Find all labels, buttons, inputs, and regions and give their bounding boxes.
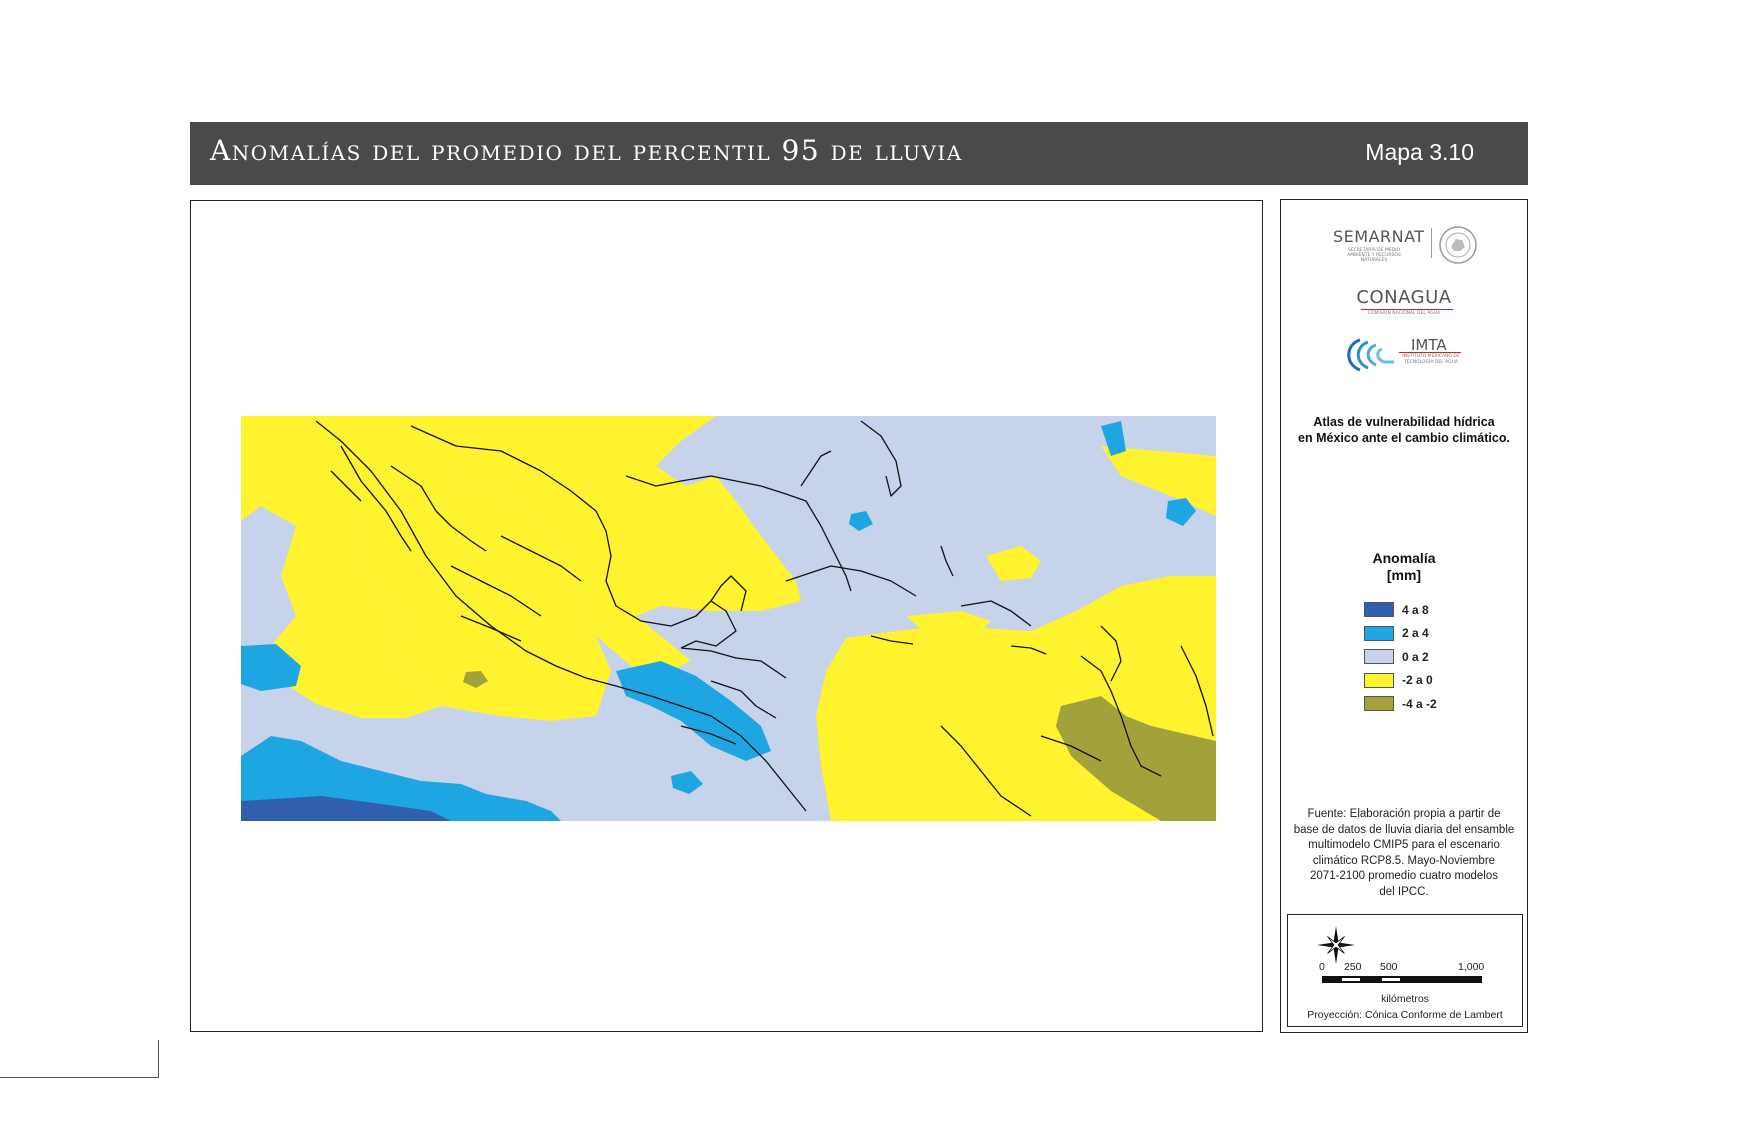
legend-swatch xyxy=(1364,602,1394,618)
legend-swatch xyxy=(1364,649,1394,665)
legend-swatch xyxy=(1364,625,1394,641)
source-line: climático RCP8.5. Mayo-Noviembre xyxy=(1312,854,1496,867)
scale-unit: kilómetros xyxy=(1381,993,1429,1005)
title-bar: Anomalías del promedio del percentil 95 … xyxy=(190,122,1528,185)
imta-underline xyxy=(1399,352,1461,353)
anomaly-map xyxy=(241,416,1216,821)
legend-swatch xyxy=(1364,672,1394,688)
legend-title: Anomalía [mm] xyxy=(1281,550,1527,584)
map-number: Mapa 3.10 xyxy=(1365,139,1474,165)
scale-bar xyxy=(1322,976,1482,983)
semarnat-subtitle: SECRETARÍA DE MEDIO AMBIENTE Y RECURSOS … xyxy=(1347,248,1401,263)
side-panel: SEMARNAT SECRETARÍA DE MEDIO AMBIENTE Y … xyxy=(1280,199,1528,1033)
legend-item: 2 a 4 xyxy=(1364,622,1437,646)
atlas-title-line1: Atlas de vulnerabilidad hídrica xyxy=(1313,415,1495,429)
source-note: Fuente: Elaboración propia a partir de b… xyxy=(1283,807,1525,900)
legend-title-line1: Anomalía xyxy=(1372,550,1436,566)
legend-label: 0 a 2 xyxy=(1402,649,1429,664)
legend-item: 4 a 8 xyxy=(1364,598,1437,622)
imta-wave-icon xyxy=(1347,338,1394,372)
atlas-title-line2: en México ante el cambio climático. xyxy=(1298,431,1510,445)
conagua-subtitle: COMISIÓN NACIONAL DEL AGUA xyxy=(1367,311,1441,316)
legend-title-line2: [mm] xyxy=(1386,567,1422,583)
legend-item: -2 a 0 xyxy=(1364,669,1437,693)
map-title: Anomalías del promedio del percentil 95 … xyxy=(210,134,963,167)
crop-mark xyxy=(158,1040,159,1078)
conagua-logo: CONAGUA xyxy=(1356,287,1452,308)
source-line: base de datos de lluvia diaria del ensam… xyxy=(1293,823,1515,836)
legend-swatch xyxy=(1364,696,1394,712)
conagua-underline xyxy=(1361,309,1453,310)
source-line: 2071-2100 promedio cuatro modelos xyxy=(1310,870,1498,882)
legend-label: -2 a 0 xyxy=(1402,673,1433,688)
imta-subtitle: INSTITUTO MEXICANO DE TECNOLOGÍA DEL AGU… xyxy=(1402,354,1460,365)
map-frame xyxy=(190,200,1263,1032)
logo-divider xyxy=(1431,228,1432,258)
projection-note: Proyección: Cónica Conforme de Lambert xyxy=(1307,1009,1503,1021)
compass-rose-icon xyxy=(1317,926,1355,964)
national-seal-icon xyxy=(1439,226,1477,264)
scale-box: 0 250 500 1,000 kilómetros Proyección: C… xyxy=(1287,914,1523,1027)
atlas-title: Atlas de vulnerabilidad hídrica en Méxic… xyxy=(1281,414,1527,446)
legend-label: 2 a 4 xyxy=(1402,626,1429,641)
source-line: Fuente: Elaboración propia a partir de xyxy=(1307,808,1501,820)
legend-item: 0 a 2 xyxy=(1364,645,1437,669)
legend-list: 4 a 8 2 a 4 0 a 2 -2 a 0 -4 a -2 xyxy=(1364,598,1437,716)
semarnat-logo: SEMARNAT xyxy=(1333,227,1425,246)
source-line: multimodelo CMIP5 para el escenario xyxy=(1308,839,1500,851)
crop-mark xyxy=(0,1077,158,1078)
legend-label: 4 a 8 xyxy=(1402,602,1429,617)
legend-item: -4 a -2 xyxy=(1364,692,1437,716)
legend-label: -4 a -2 xyxy=(1402,696,1437,711)
source-line: del IPCC. xyxy=(1379,885,1429,898)
